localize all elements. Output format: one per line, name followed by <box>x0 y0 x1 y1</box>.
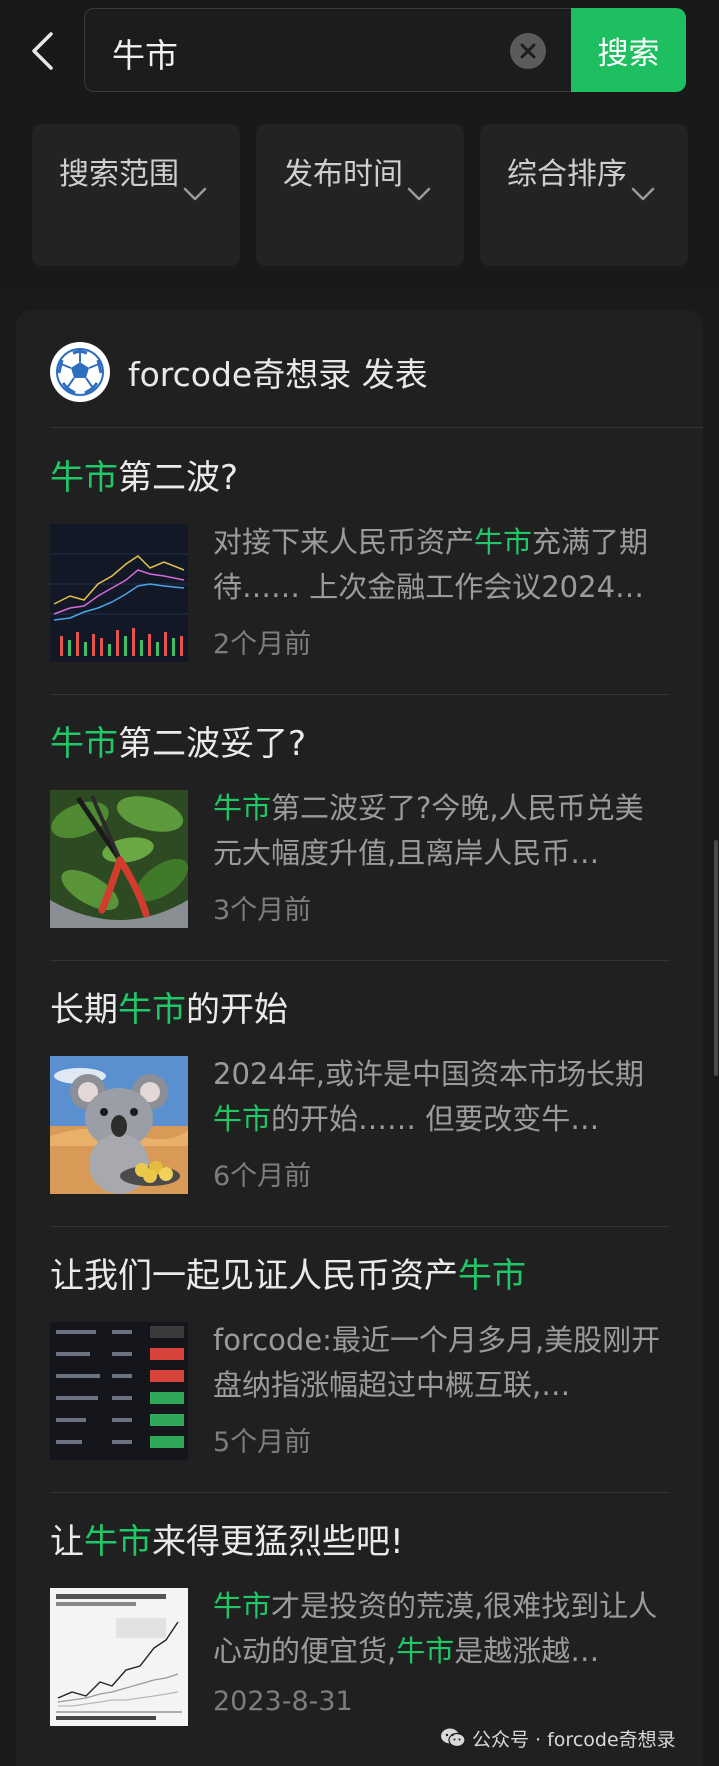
item-snippet: 牛市第二波妥了?今晚,人民币兑美元大幅度升值,且离岸人民币… <box>213 786 668 876</box>
koala-desert-photo <box>50 1056 188 1194</box>
text-fragment: 来得更猛烈些吧! <box>152 1522 404 1562</box>
filter-sort[interactable]: 综合排序 <box>480 124 688 266</box>
highlight-keyword: 牛市 <box>84 1522 152 1562</box>
item-date: 3个月前 <box>213 895 312 926</box>
search-input[interactable]: 牛市 <box>84 8 572 92</box>
wechat-icon <box>441 1728 466 1748</box>
highlight-keyword: 牛市 <box>213 1102 272 1136</box>
text-fragment: 第二波妥了?今晚,人民币兑美元大幅度升值,且离岸人民币… <box>213 791 644 870</box>
text-fragment: 是越涨越… <box>454 1634 600 1668</box>
soccer-ball-icon <box>56 348 104 396</box>
text-fragment: 的开始…… 但要改变牛… <box>271 1102 600 1136</box>
search-header: 牛市 搜索 搜索范围 发布时间 综合排序 <box>0 0 719 292</box>
author-row[interactable]: forcode奇想录 发表 <box>50 342 428 402</box>
text-fragment: 第二波妥了? <box>118 724 307 764</box>
item-title: 让牛市来得更猛烈些吧! <box>50 1514 404 1563</box>
avatar <box>50 342 110 402</box>
highlight-keyword: 牛市 <box>118 990 186 1030</box>
item-date: 2023-8-31 <box>213 1686 353 1717</box>
text-fragment: 让 <box>50 1522 84 1562</box>
filter-label: 搜索范围 <box>59 157 179 192</box>
search-button[interactable]: 搜索 <box>571 8 686 92</box>
highlight-keyword: 牛市 <box>396 1634 455 1668</box>
highlight-keyword: 牛市 <box>474 525 533 559</box>
chevron-down-icon <box>631 187 655 201</box>
list-item[interactable]: 让我们一起见证人民币资产牛市 forcode:最近一个月多月,美股刚开盘纳指涨幅… <box>50 1226 670 1492</box>
list-item[interactable]: 牛市第二波? 对接下来人民币资产牛市充满了期待…… 上次金融工作会议2024… … <box>50 428 670 694</box>
chevron-down-icon <box>183 187 207 201</box>
author-name: forcode奇想录 发表 <box>128 355 428 394</box>
text-fragment: 2024年,或许是中国资本市场长期 <box>213 1057 645 1091</box>
highlight-keyword: 牛市 <box>213 791 272 825</box>
list-item[interactable]: 让牛市来得更猛烈些吧! 牛市才是投资的荒漠,很难找到让人心动的便宜货,牛市是越涨… <box>50 1492 670 1758</box>
text-fragment: 让我们一起见证人民币资产 <box>50 1256 458 1296</box>
item-date: 6个月前 <box>213 1161 312 1192</box>
item-title: 牛市第二波妥了? <box>50 716 306 765</box>
item-snippet: 对接下来人民币资产牛市充满了期待…… 上次金融工作会议2024… <box>213 520 668 610</box>
item-date: 2个月前 <box>213 629 312 660</box>
close-icon <box>520 43 536 59</box>
text-fragment: 第二波? <box>118 458 239 498</box>
scissors-leaves-photo <box>50 790 188 928</box>
highlight-keyword: 牛市 <box>50 724 118 764</box>
back-button[interactable] <box>24 26 60 76</box>
watermark-text: 公众号 · forcode奇想录 <box>472 1728 676 1751</box>
chevron-left-icon <box>32 32 53 70</box>
line-chart-icon <box>50 1588 188 1726</box>
filter-label: 综合排序 <box>507 157 627 192</box>
item-title: 牛市第二波? <box>50 450 238 499</box>
text-fragment: 的开始 <box>186 990 288 1030</box>
text-fragment: 长期 <box>50 990 118 1030</box>
filter-label: 发布时间 <box>283 157 403 192</box>
stock-list-icon <box>50 1322 188 1460</box>
results-card: forcode奇想录 发表 牛市第二波? 对接下来人民币资产牛市充满了期待…… … <box>16 310 703 1766</box>
highlight-keyword: 牛市 <box>458 1256 526 1296</box>
text-fragment: forcode:最近一个月多月,美股刚开盘纳指涨幅超过中概互联,… <box>213 1323 661 1402</box>
item-date: 5个月前 <box>213 1427 312 1458</box>
filter-publish-time[interactable]: 发布时间 <box>256 124 464 266</box>
item-snippet: 牛市才是投资的荒漠,很难找到让人心动的便宜货,牛市是越涨越… <box>213 1584 668 1674</box>
chevron-down-icon <box>407 187 431 201</box>
item-title: 长期牛市的开始 <box>50 982 288 1031</box>
clear-search-button[interactable] <box>510 33 546 69</box>
item-snippet: forcode:最近一个月多月,美股刚开盘纳指涨幅超过中概互联,… <box>213 1318 668 1408</box>
highlight-keyword: 牛市 <box>50 458 118 498</box>
filter-search-scope[interactable]: 搜索范围 <box>32 124 240 266</box>
watermark: 公众号 · forcode奇想录 <box>440 1723 676 1753</box>
item-title: 让我们一起见证人民币资产牛市 <box>50 1248 526 1297</box>
list-item[interactable]: 长期牛市的开始 2024年,或许是中国资本市场长期牛市的开始…… 但要改变牛… … <box>50 960 670 1226</box>
scrollbar[interactable] <box>714 840 718 1076</box>
highlight-keyword: 牛市 <box>213 1589 272 1623</box>
text-fragment: 对接下来人民币资产 <box>213 525 475 559</box>
list-item[interactable]: 牛市第二波妥了? 牛市第二波妥了?今晚,人民币兑美元大幅度升值,且离岸人民币… … <box>50 694 670 960</box>
stock-chart-icon <box>50 524 188 662</box>
search-query: 牛市 <box>112 36 178 75</box>
item-snippet: 2024年,或许是中国资本市场长期牛市的开始…… 但要改变牛… <box>213 1052 668 1142</box>
